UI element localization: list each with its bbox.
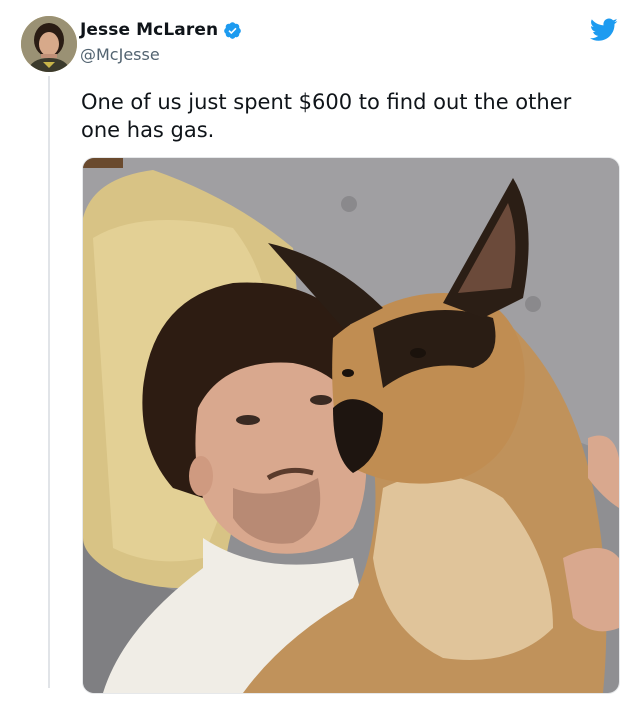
author-handle[interactable]: @McJesse	[80, 45, 160, 64]
tweet-photo[interactable]	[82, 157, 620, 694]
verified-badge-icon	[224, 21, 241, 39]
thread-line	[48, 76, 50, 688]
photo-illustration	[83, 158, 619, 693]
twitter-bird-icon[interactable]	[590, 18, 618, 42]
tweet-text: One of us just spent $600 to find out th…	[81, 90, 572, 142]
author-display-name[interactable]: Jesse McLaren	[80, 20, 218, 40]
avatar[interactable]	[21, 16, 77, 72]
avatar-image	[21, 16, 77, 72]
author-name-row: Jesse McLaren	[80, 20, 242, 40]
